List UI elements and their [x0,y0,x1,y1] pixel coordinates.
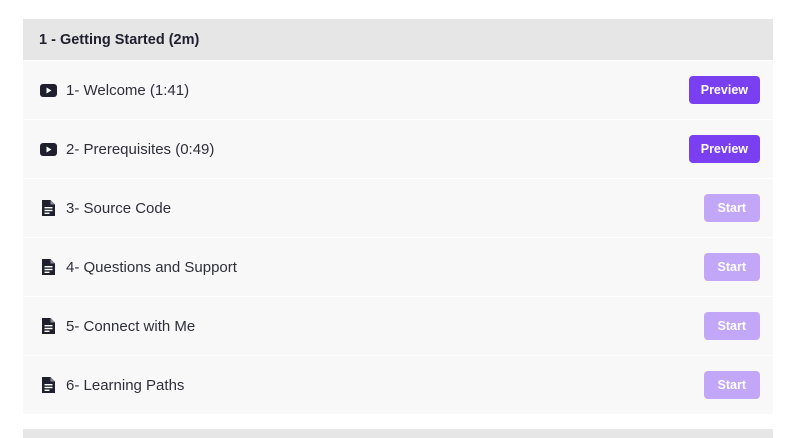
lesson-title: 5- Connect with Me [66,317,196,335]
lesson-info: 2- Prerequisites (0:49) [40,141,214,158]
lesson-row-questions-support[interactable]: 4- Questions and Support Start [23,237,773,296]
video-play-icon [40,82,57,99]
lesson-info: 4- Questions and Support [40,259,237,276]
video-play-icon [40,141,57,158]
lesson-row-welcome[interactable]: 1- Welcome (1:41) Preview [23,60,773,119]
preview-button[interactable]: Preview [688,76,760,104]
lesson-row-learning-paths[interactable]: 6- Learning Paths Start [23,355,773,414]
lesson-title: 4- Questions and Support [66,258,237,276]
document-icon [40,259,57,276]
lesson-title: 2- Prerequisites (0:49) [66,140,215,158]
lesson-info: 5- Connect with Me [40,318,195,335]
next-section-header[interactable] [23,429,773,438]
start-button[interactable]: Start [703,312,760,340]
lesson-title: 1- Welcome (1:41) [66,81,190,99]
lesson-row-connect[interactable]: 5- Connect with Me Start [23,296,773,355]
preview-button[interactable]: Preview [688,135,760,163]
curriculum-section: 1 - Getting Started (2m) 1- Welcome (1:4… [23,19,773,414]
lesson-row-prerequisites[interactable]: 2- Prerequisites (0:49) Preview [23,119,773,178]
section-title: 1 - Getting Started (2m) [39,31,200,48]
document-icon [40,318,57,335]
start-button[interactable]: Start [703,253,760,281]
lesson-row-source-code[interactable]: 3- Source Code Start [23,178,773,237]
lesson-info: 3- Source Code [40,200,171,217]
document-icon [40,200,57,217]
lesson-title: 3- Source Code [66,199,172,217]
document-icon [40,377,57,394]
lesson-title: 6- Learning Paths [66,376,185,394]
section-header[interactable]: 1 - Getting Started (2m) [23,19,773,60]
lesson-info: 1- Welcome (1:41) [40,82,189,99]
start-button[interactable]: Start [703,371,760,399]
lesson-info: 6- Learning Paths [40,377,184,394]
start-button[interactable]: Start [703,194,760,222]
